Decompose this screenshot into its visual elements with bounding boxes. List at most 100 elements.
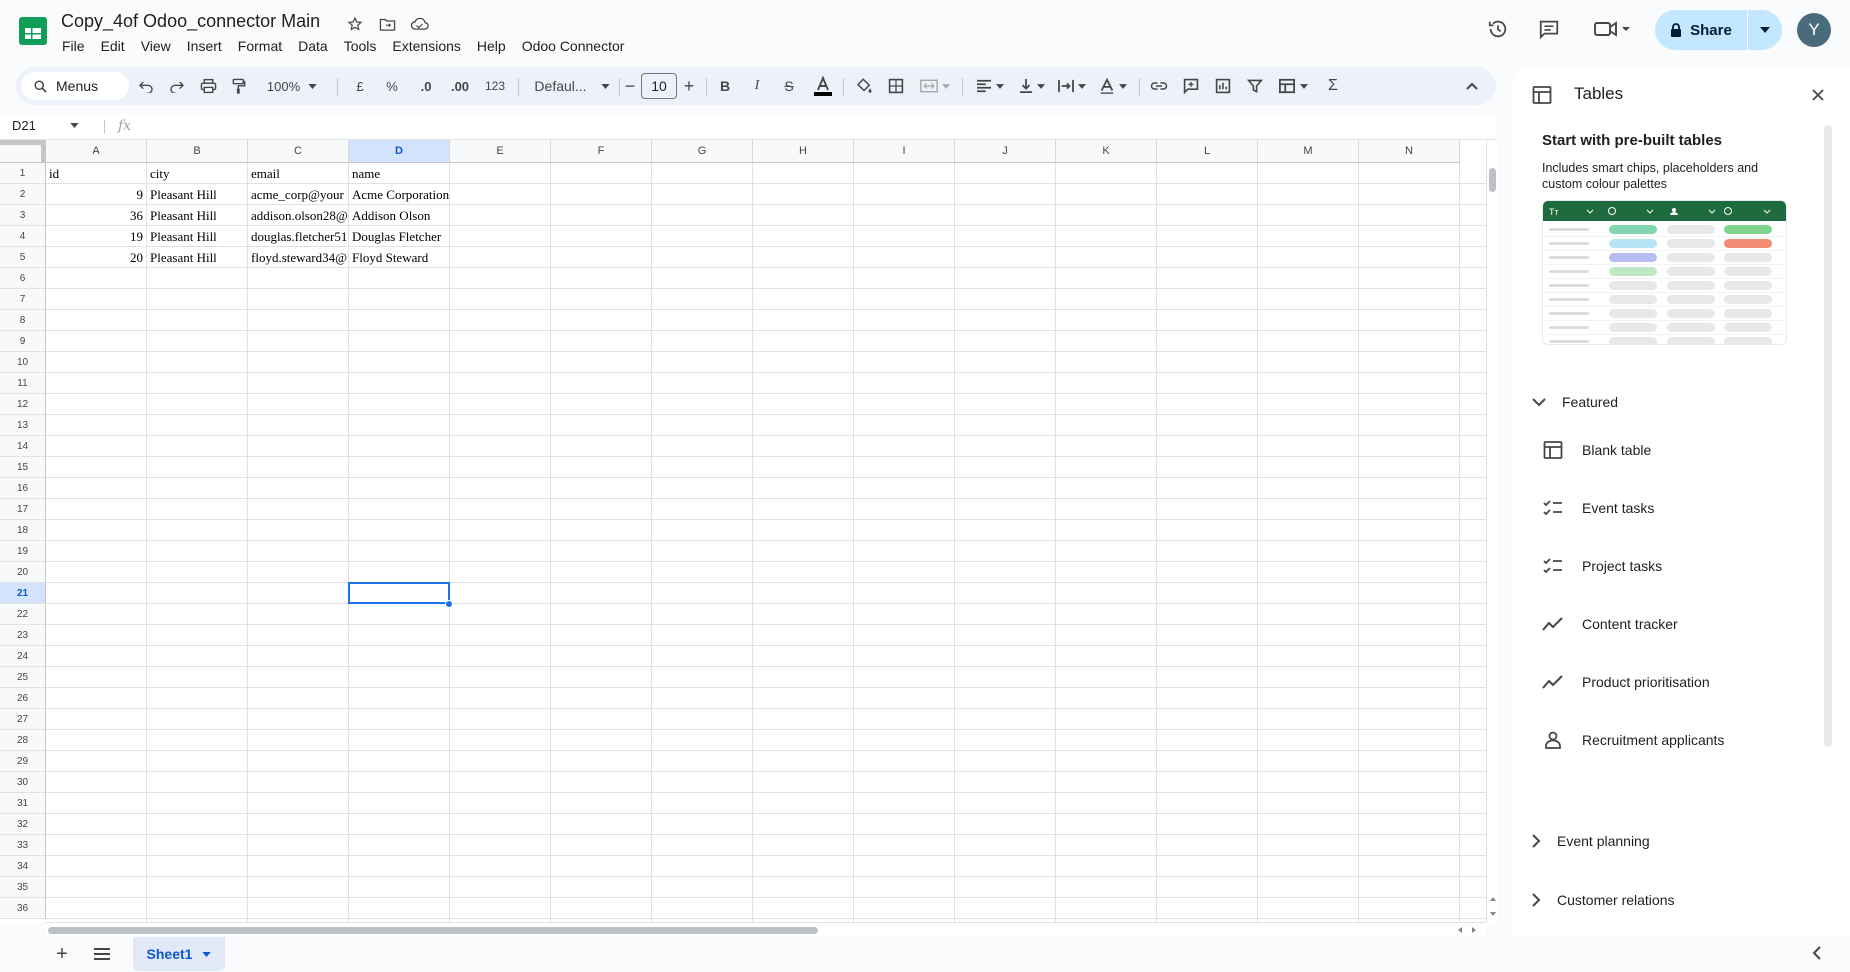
row-header[interactable]: 16: [0, 478, 46, 499]
featured-section-toggle[interactable]: Featured: [1532, 394, 1618, 410]
row-header[interactable]: 30: [0, 772, 46, 793]
customer-relations-section-toggle[interactable]: Customer relations: [1532, 892, 1675, 908]
column-header-f[interactable]: F: [551, 140, 652, 163]
menu-view[interactable]: View: [133, 36, 179, 56]
sheet-tab-sheet1[interactable]: Sheet1: [133, 937, 225, 971]
cell-d2[interactable]: Acme Corporation: [349, 184, 449, 205]
row-header[interactable]: 28: [0, 730, 46, 751]
format-currency-button[interactable]: £: [350, 67, 370, 105]
template-event-tasks[interactable]: Event tasks: [1542, 488, 1812, 528]
cell-d4[interactable]: Douglas Fletcher: [349, 226, 449, 247]
column-header-j[interactable]: J: [955, 140, 1056, 163]
row-header[interactable]: 32: [0, 814, 46, 835]
borders-icon[interactable]: [884, 67, 908, 105]
row-header[interactable]: 3: [0, 205, 46, 226]
row-header[interactable]: 27: [0, 709, 46, 730]
meet-icon[interactable]: [1590, 14, 1634, 44]
column-header-g[interactable]: G: [652, 140, 753, 163]
table-view-icon[interactable]: [1273, 67, 1313, 105]
cell-b4[interactable]: Pleasant Hill: [147, 226, 247, 247]
row-header[interactable]: 25: [0, 667, 46, 688]
add-sheet-icon[interactable]: +: [52, 943, 72, 965]
row-header[interactable]: 29: [0, 751, 46, 772]
row-header[interactable]: 11: [0, 373, 46, 394]
menu-tools[interactable]: Tools: [336, 36, 385, 56]
name-box[interactable]: D21: [12, 118, 79, 133]
menu-help[interactable]: Help: [469, 36, 514, 56]
cell-c3[interactable]: addison.olson28@: [248, 205, 348, 226]
column-header-l[interactable]: L: [1157, 140, 1258, 163]
cell-d1[interactable]: name: [349, 163, 449, 184]
template-recruitment-applicants[interactable]: Recruitment applicants: [1542, 720, 1812, 760]
column-header-i[interactable]: I: [854, 140, 955, 163]
column-header-d[interactable]: D: [349, 140, 450, 163]
increase-decimal-button[interactable]: .00: [446, 67, 474, 105]
font-family-select[interactable]: Defaul...: [530, 67, 614, 105]
select-all-corner[interactable]: [0, 140, 46, 163]
template-blank-table[interactable]: Blank table: [1542, 430, 1812, 470]
formula-input[interactable]: [145, 118, 1475, 136]
horizontal-align-icon[interactable]: [972, 67, 1008, 105]
event-planning-section-toggle[interactable]: Event planning: [1532, 833, 1650, 849]
menu-format[interactable]: Format: [230, 36, 290, 56]
cell-d3[interactable]: Addison Olson: [349, 205, 449, 226]
cloud-saved-icon[interactable]: [409, 14, 429, 34]
row-header[interactable]: 8: [0, 310, 46, 331]
functions-icon[interactable]: Σ: [1321, 67, 1345, 105]
insert-chart-icon[interactable]: [1211, 67, 1235, 105]
menu-extensions[interactable]: Extensions: [384, 36, 468, 56]
insert-link-icon[interactable]: [1147, 67, 1171, 105]
row-header[interactable]: 12: [0, 394, 46, 415]
row-header[interactable]: 17: [0, 499, 46, 520]
strikethrough-icon[interactable]: S: [779, 67, 799, 105]
horizontal-scroll-thumb[interactable]: [48, 927, 818, 934]
italic-icon[interactable]: I: [747, 67, 767, 105]
paint-format-icon[interactable]: [227, 67, 251, 105]
row-header[interactable]: 1: [0, 163, 46, 184]
text-rotation-icon[interactable]: [1095, 67, 1131, 105]
collapse-side-panel-icon[interactable]: [1812, 946, 1822, 960]
bold-icon[interactable]: B: [715, 67, 735, 105]
redo-icon[interactable]: [165, 67, 189, 105]
row-header[interactable]: 13: [0, 415, 46, 436]
row-header[interactable]: 22: [0, 604, 46, 625]
cell-a4[interactable]: 19: [46, 226, 146, 247]
row-header[interactable]: 6: [0, 268, 46, 289]
zoom-select[interactable]: 100%: [259, 67, 325, 105]
cell-b3[interactable]: Pleasant Hill: [147, 205, 247, 226]
sheets-logo-icon[interactable]: [16, 14, 50, 48]
column-header-m[interactable]: M: [1258, 140, 1359, 163]
share-button[interactable]: Share: [1655, 10, 1747, 50]
menu-file[interactable]: File: [54, 36, 93, 56]
column-header-a[interactable]: A: [46, 140, 147, 163]
comments-icon[interactable]: [1534, 14, 1564, 44]
collapse-toolbar-icon[interactable]: [1460, 67, 1484, 105]
row-header[interactable]: 21: [0, 583, 46, 604]
cell-c5[interactable]: floyd.steward34@: [248, 247, 348, 268]
merge-cells-icon[interactable]: [916, 67, 954, 105]
row-header[interactable]: 31: [0, 793, 46, 814]
row-header[interactable]: 7: [0, 289, 46, 310]
cell-d5[interactable]: Floyd Steward: [349, 247, 449, 268]
row-header[interactable]: 15: [0, 457, 46, 478]
print-icon[interactable]: [196, 67, 220, 105]
cell-a2[interactable]: 9: [46, 184, 146, 205]
vertical-scrollbar[interactable]: [1486, 140, 1498, 922]
cell-b5[interactable]: Pleasant Hill: [147, 247, 247, 268]
row-header[interactable]: 26: [0, 688, 46, 709]
document-title[interactable]: Copy_4of Odoo_connector Main: [61, 11, 320, 32]
column-header-b[interactable]: B: [147, 140, 248, 163]
fill-handle[interactable]: [445, 600, 453, 608]
filter-icon[interactable]: [1243, 67, 1267, 105]
row-header[interactable]: 36: [0, 898, 46, 919]
vertical-align-icon[interactable]: [1014, 67, 1050, 105]
template-content-tracker[interactable]: Content tracker: [1542, 604, 1812, 644]
row-header[interactable]: 5: [0, 247, 46, 268]
selected-cell[interactable]: [348, 582, 450, 604]
cell-b1[interactable]: city: [147, 163, 247, 184]
decrease-decimal-button[interactable]: .0: [414, 67, 438, 105]
text-color-icon[interactable]: [811, 67, 835, 105]
column-header-e[interactable]: E: [450, 140, 551, 163]
cell-a3[interactable]: 36: [46, 205, 146, 226]
cell-a5[interactable]: 20: [46, 247, 146, 268]
